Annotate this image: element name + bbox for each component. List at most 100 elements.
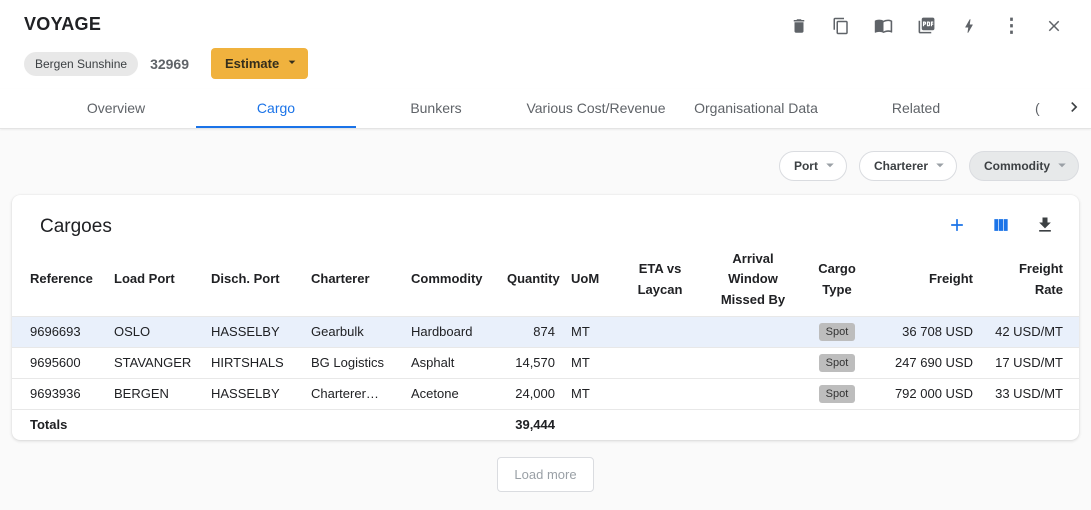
- tab-bunkers[interactable]: Bunkers: [356, 89, 516, 128]
- cell-quantity[interactable]: 24,000: [499, 378, 563, 409]
- chevron-down-icon: [821, 156, 839, 177]
- load-more-button[interactable]: Load more: [497, 457, 593, 492]
- cell-freight[interactable]: 247 690 USD: [869, 347, 981, 378]
- col-header-eta-vs-laycan[interactable]: ETA vs Laycan: [619, 244, 701, 316]
- filter-port[interactable]: Port: [779, 151, 847, 181]
- cell-uom[interactable]: MT: [563, 378, 619, 409]
- book-button[interactable]: [872, 14, 895, 40]
- table-row[interactable]: 9696693 OSLO HASSELBY Gearbulk Hardboard…: [12, 316, 1079, 347]
- cell-eta-vs-laycan[interactable]: [619, 378, 701, 409]
- tab-overview[interactable]: Overview: [36, 89, 196, 128]
- download-button[interactable]: [1033, 213, 1057, 240]
- cargoes-table: Reference Load Port Disch. Port Chartere…: [12, 244, 1079, 440]
- vessel-chip[interactable]: Bergen Sunshine: [24, 52, 138, 76]
- more-vert-icon: ⋮: [1002, 18, 1021, 36]
- cargo-type-badge: Spot: [819, 354, 856, 372]
- table-row[interactable]: 9693936 BERGEN HASSELBY Charterer… Aceto…: [12, 378, 1079, 409]
- tab-organisational-data[interactable]: Organisational Data: [676, 89, 836, 128]
- estimate-button[interactable]: Estimate: [211, 48, 308, 79]
- cell-eta-vs-laycan[interactable]: [619, 347, 701, 378]
- header-toolbar: ⋮: [788, 14, 1067, 40]
- cell-load-port[interactable]: STAVANGER: [106, 347, 203, 378]
- bolt-icon: [960, 17, 978, 38]
- cell-arrival-window-missed-by[interactable]: [701, 378, 805, 409]
- table-header-row: Reference Load Port Disch. Port Chartere…: [12, 244, 1079, 316]
- cell-charterer[interactable]: BG Logistics: [303, 347, 403, 378]
- cell-quantity[interactable]: 14,570: [499, 347, 563, 378]
- cell-commodity[interactable]: Hardboard: [403, 316, 499, 347]
- cell-charterer[interactable]: Gearbulk: [303, 316, 403, 347]
- cell-reference[interactable]: 9695600: [12, 347, 106, 378]
- col-header-freight-rate[interactable]: Freight Rate: [981, 244, 1079, 316]
- voyage-number: 32969: [150, 56, 189, 72]
- cell-freight[interactable]: 36 708 USD: [869, 316, 981, 347]
- delete-button[interactable]: [788, 15, 810, 40]
- filter-port-label: Port: [794, 159, 818, 173]
- cell-freight-rate[interactable]: 33 USD/MT: [981, 378, 1079, 409]
- col-header-quantity[interactable]: Quantity: [499, 244, 563, 316]
- table-row[interactable]: 9695600 STAVANGER HIRTSHALS BG Logistics…: [12, 347, 1079, 378]
- col-header-arrival-window-missed-by[interactable]: Arrival Window Missed By: [701, 244, 805, 316]
- col-header-uom[interactable]: UoM: [563, 244, 619, 316]
- tab-related[interactable]: Related: [836, 89, 996, 128]
- col-header-load-port[interactable]: Load Port: [106, 244, 203, 316]
- cell-commodity[interactable]: Asphalt: [403, 347, 499, 378]
- cell-reference[interactable]: 9693936: [12, 378, 106, 409]
- pdf-export-button[interactable]: [915, 14, 938, 40]
- chevron-right-icon: [1064, 97, 1084, 120]
- cargoes-actions: [945, 213, 1057, 240]
- col-header-charterer[interactable]: Charterer: [303, 244, 403, 316]
- cell-disch-port[interactable]: HIRTSHALS: [203, 347, 303, 378]
- cell-arrival-window-missed-by[interactable]: [701, 316, 805, 347]
- filter-commodity[interactable]: Commodity: [969, 151, 1079, 181]
- cell-cargo-type[interactable]: Spot: [805, 378, 869, 409]
- cell-freight[interactable]: 792 000 USD: [869, 378, 981, 409]
- columns-button[interactable]: [989, 213, 1013, 240]
- add-cargo-button[interactable]: [945, 213, 969, 240]
- delete-icon: [790, 17, 808, 38]
- bolt-button[interactable]: [958, 15, 980, 40]
- cargoes-title: Cargoes: [40, 216, 112, 238]
- cell-charterer[interactable]: Charterer…: [303, 378, 403, 409]
- cell-cargo-type[interactable]: Spot: [805, 316, 869, 347]
- cell-uom[interactable]: MT: [563, 316, 619, 347]
- tab-various-cost-revenue[interactable]: Various Cost/Revenue: [516, 89, 676, 128]
- cell-arrival-window-missed-by[interactable]: [701, 347, 805, 378]
- col-header-commodity[interactable]: Commodity: [403, 244, 499, 316]
- load-more-area: Load more: [0, 440, 1091, 492]
- copy-icon: [832, 17, 850, 38]
- cell-load-port[interactable]: OSLO: [106, 316, 203, 347]
- cell-uom[interactable]: MT: [563, 347, 619, 378]
- col-header-cargo-type[interactable]: Cargo Type: [805, 244, 869, 316]
- cell-disch-port[interactable]: HASSELBY: [203, 316, 303, 347]
- more-options-button[interactable]: ⋮: [1000, 16, 1023, 38]
- chevron-down-icon: [931, 156, 949, 177]
- filter-charterer-label: Charterer: [874, 159, 928, 173]
- col-header-freight[interactable]: Freight: [869, 244, 981, 316]
- close-button[interactable]: [1043, 15, 1065, 40]
- chevron-down-icon: [284, 54, 300, 73]
- pdf-export-icon: [917, 16, 936, 38]
- copy-button[interactable]: [830, 15, 852, 40]
- cell-freight-rate[interactable]: 17 USD/MT: [981, 347, 1079, 378]
- cell-load-port[interactable]: BERGEN: [106, 378, 203, 409]
- download-icon: [1035, 215, 1055, 238]
- cell-eta-vs-laycan[interactable]: [619, 316, 701, 347]
- col-header-disch-port[interactable]: Disch. Port: [203, 244, 303, 316]
- col-header-reference[interactable]: Reference: [12, 244, 106, 316]
- filter-charterer[interactable]: Charterer: [859, 151, 957, 181]
- cell-reference[interactable]: 9696693: [12, 316, 106, 347]
- cell-quantity[interactable]: 874: [499, 316, 563, 347]
- cargoes-card: Cargoes Reference Load Port Disch. Port: [12, 195, 1079, 440]
- tab-cargo[interactable]: Cargo: [196, 89, 356, 128]
- tabs-spacer: [996, 89, 1035, 128]
- tab-partial[interactable]: (: [1035, 89, 1057, 128]
- cell-disch-port[interactable]: HASSELBY: [203, 378, 303, 409]
- tabs-scroll-right-button[interactable]: [1057, 89, 1091, 128]
- book-icon: [874, 16, 893, 38]
- cell-commodity[interactable]: Acetone: [403, 378, 499, 409]
- cell-cargo-type[interactable]: Spot: [805, 347, 869, 378]
- totals-row: Totals 39,444: [12, 409, 1079, 440]
- cell-freight-rate[interactable]: 42 USD/MT: [981, 316, 1079, 347]
- voyage-header: VOYAGE ⋮ Bergen Suns: [0, 0, 1091, 89]
